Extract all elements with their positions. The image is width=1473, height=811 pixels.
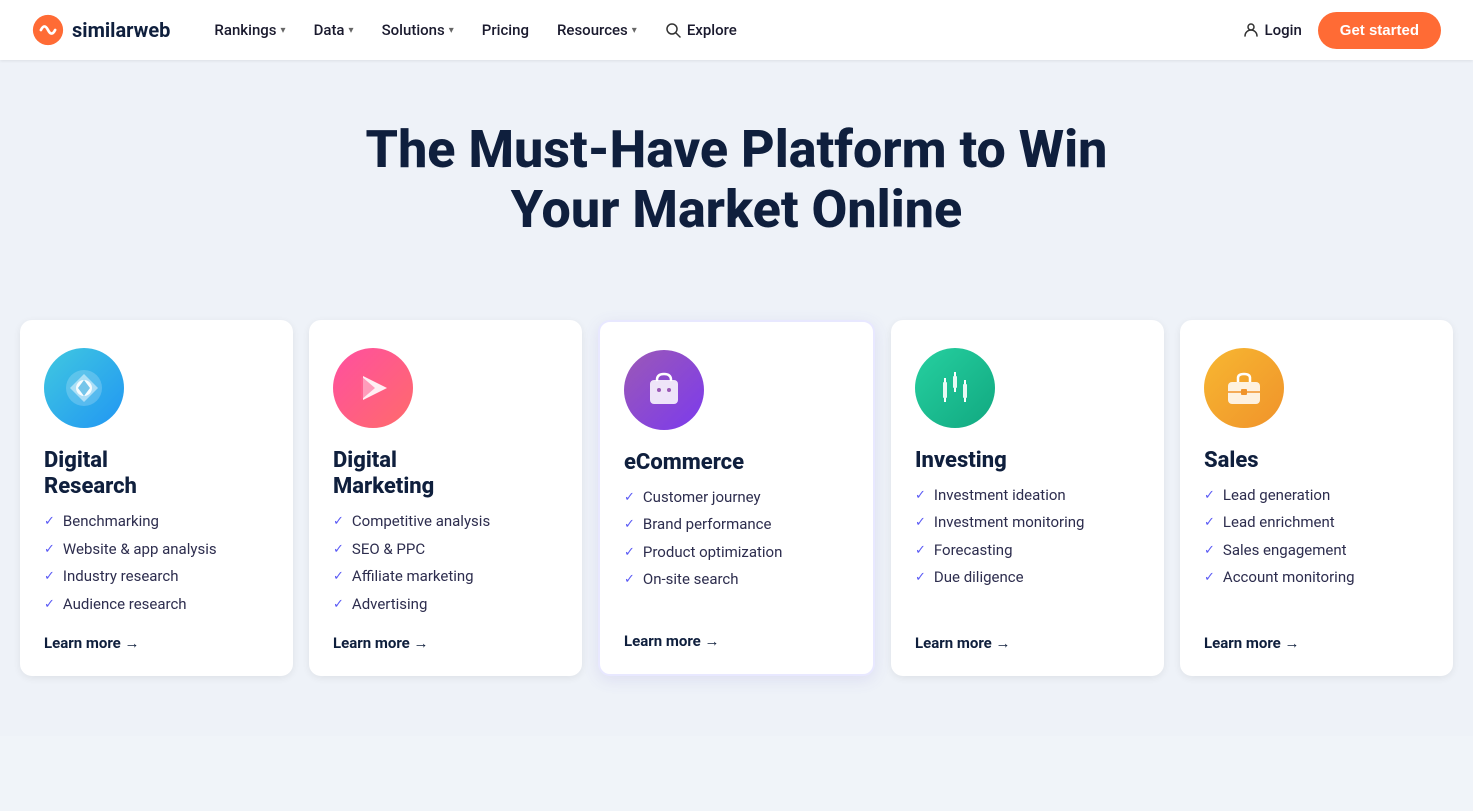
research-icon [62, 366, 106, 410]
check-icon: ✓ [333, 542, 344, 559]
card-title-investing: Investing [915, 448, 1140, 474]
check-icon: ✓ [915, 543, 926, 560]
card-icon-digital-marketing [333, 348, 413, 428]
card-list-sales: ✓Lead generation ✓Lead enrichment ✓Sales… [1204, 486, 1429, 614]
marketing-icon [351, 366, 395, 410]
check-icon: ✓ [44, 542, 55, 559]
chevron-down-icon: ▾ [349, 25, 354, 36]
nav-item-pricing[interactable]: Pricing [470, 13, 541, 47]
card-list-digital-marketing: ✓Competitive analysis ✓SEO & PPC ✓Affili… [333, 512, 558, 614]
nav-explore[interactable]: Explore [653, 13, 749, 47]
list-item: ✓Audience research [44, 595, 269, 615]
check-icon: ✓ [44, 569, 55, 586]
check-icon: ✓ [915, 515, 926, 532]
nav-item-rankings[interactable]: Rankings ▾ [202, 13, 297, 47]
check-icon: ✓ [1204, 543, 1215, 560]
learn-more-digital-research[interactable]: Learn more → [44, 634, 269, 652]
nav-right: Login Get started [1243, 12, 1442, 49]
list-item: ✓Sales engagement [1204, 541, 1429, 561]
list-item: ✓Lead generation [1204, 486, 1429, 506]
check-icon: ✓ [624, 545, 635, 562]
check-icon: ✓ [624, 572, 635, 589]
card-icon-investing [915, 348, 995, 428]
chevron-down-icon: ▾ [449, 25, 454, 36]
check-icon: ✓ [333, 514, 344, 531]
list-item: ✓Advertising [333, 595, 558, 615]
logo[interactable]: similarweb [32, 14, 170, 46]
learn-more-ecommerce[interactable]: Learn more → [624, 632, 849, 650]
list-item: ✓SEO & PPC [333, 540, 558, 560]
list-item: ✓Brand performance [624, 515, 849, 535]
card-title-sales: Sales [1204, 448, 1429, 474]
ecommerce-icon [642, 368, 686, 412]
nav-item-data[interactable]: Data ▾ [302, 13, 366, 47]
card-icon-ecommerce [624, 350, 704, 430]
learn-more-digital-marketing[interactable]: Learn more → [333, 634, 558, 652]
check-icon: ✓ [333, 597, 344, 614]
list-item: ✓Website & app analysis [44, 540, 269, 560]
check-icon: ✓ [1204, 570, 1215, 587]
list-item: ✓Investment monitoring [915, 513, 1140, 533]
hero-title: The Must-Have Platform to Win Your Marke… [327, 120, 1147, 240]
check-icon: ✓ [624, 490, 635, 507]
check-icon: ✓ [624, 517, 635, 534]
learn-more-sales[interactable]: Learn more → [1204, 634, 1429, 652]
card-digital-research: DigitalResearch ✓Benchmarking ✓Website &… [20, 320, 293, 677]
card-investing: Investing ✓Investment ideation ✓Investme… [891, 320, 1164, 677]
list-item: ✓Lead enrichment [1204, 513, 1429, 533]
check-icon: ✓ [44, 514, 55, 531]
chevron-down-icon: ▾ [632, 25, 637, 36]
check-icon: ✓ [915, 570, 926, 587]
cards-row: DigitalResearch ✓Benchmarking ✓Website &… [20, 320, 1453, 677]
list-item: ✓Investment ideation [915, 486, 1140, 506]
nav-item-resources[interactable]: Resources ▾ [545, 13, 649, 47]
cards-container: DigitalResearch ✓Benchmarking ✓Website &… [0, 320, 1473, 737]
search-icon [665, 22, 681, 38]
list-item: ✓On-site search [624, 570, 849, 590]
navbar: similarweb Rankings ▾ Data ▾ Solutions ▾… [0, 0, 1473, 60]
list-item: ✓Account monitoring [1204, 568, 1429, 588]
login-button[interactable]: Login [1243, 21, 1302, 39]
list-item: ✓Due diligence [915, 568, 1140, 588]
investing-icon [933, 366, 977, 410]
card-title-digital-marketing: DigitalMarketing [333, 448, 558, 501]
list-item: ✓Customer journey [624, 488, 849, 508]
card-ecommerce: eCommerce ✓Customer journey ✓Brand perfo… [598, 320, 875, 677]
hero-section: The Must-Have Platform to Win Your Marke… [0, 60, 1473, 320]
check-icon: ✓ [915, 488, 926, 505]
list-item: ✓Forecasting [915, 541, 1140, 561]
card-icon-sales [1204, 348, 1284, 428]
card-list-ecommerce: ✓Customer journey ✓Brand performance ✓Pr… [624, 488, 849, 612]
user-icon [1243, 22, 1259, 38]
nav-item-solutions[interactable]: Solutions ▾ [370, 13, 466, 47]
list-item: ✓Industry research [44, 567, 269, 587]
get-started-button[interactable]: Get started [1318, 12, 1441, 49]
card-title-digital-research: DigitalResearch [44, 448, 269, 501]
nav-links: Rankings ▾ Data ▾ Solutions ▾ Pricing Re… [202, 13, 1242, 47]
list-item: ✓Benchmarking [44, 512, 269, 532]
list-item: ✓Product optimization [624, 543, 849, 563]
list-item: ✓Competitive analysis [333, 512, 558, 532]
sales-icon [1222, 366, 1266, 410]
card-digital-marketing: DigitalMarketing ✓Competitive analysis ✓… [309, 320, 582, 677]
card-sales: Sales ✓Lead generation ✓Lead enrichment … [1180, 320, 1453, 677]
check-icon: ✓ [44, 597, 55, 614]
chevron-down-icon: ▾ [281, 25, 286, 36]
check-icon: ✓ [1204, 488, 1215, 505]
card-icon-digital-research [44, 348, 124, 428]
logo-text: similarweb [72, 18, 170, 42]
card-list-digital-research: ✓Benchmarking ✓Website & app analysis ✓I… [44, 512, 269, 614]
check-icon: ✓ [1204, 515, 1215, 532]
list-item: ✓Affiliate marketing [333, 567, 558, 587]
card-title-ecommerce: eCommerce [624, 450, 849, 476]
learn-more-investing[interactable]: Learn more → [915, 634, 1140, 652]
check-icon: ✓ [333, 569, 344, 586]
card-list-investing: ✓Investment ideation ✓Investment monitor… [915, 486, 1140, 614]
